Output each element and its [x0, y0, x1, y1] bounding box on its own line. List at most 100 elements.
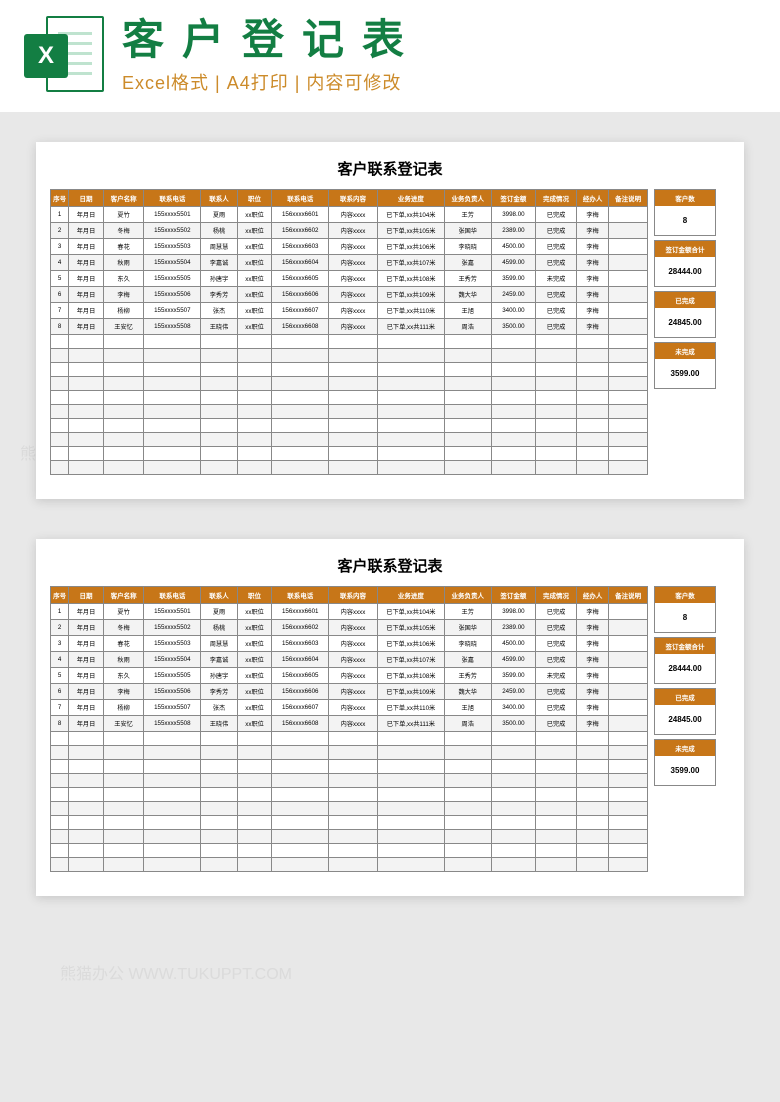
cell-pos: xx职位: [237, 319, 272, 335]
cell-tel1: 155xxxx5507: [144, 303, 201, 319]
cell-op: 李梅: [576, 287, 608, 303]
cell-op: 李梅: [576, 668, 608, 684]
cell-op: 李梅: [576, 271, 608, 287]
cell-progress: 已下单,xx共106米: [377, 636, 444, 652]
cell-date: 年月日: [69, 652, 104, 668]
cell-seq: 4: [51, 652, 69, 668]
cell-amount: 3998.00: [491, 604, 536, 620]
cell-content: 内容xxxx: [329, 620, 378, 636]
table-row-empty: [51, 760, 648, 774]
table-row: 8年月日王安忆155xxxx5508王晓伟xx职位156xxxx6608内容xx…: [51, 716, 648, 732]
cell-seq: 8: [51, 319, 69, 335]
cell-amount: 3599.00: [491, 271, 536, 287]
cell-tel2: 156xxxx6607: [272, 700, 329, 716]
cell-seq: 7: [51, 303, 69, 319]
cell-done: 已完成: [536, 652, 577, 668]
cell-amount: 2389.00: [491, 223, 536, 239]
column-header: 客户名称: [103, 587, 144, 604]
cell-progress: 已下单,xx共104米: [377, 207, 444, 223]
cell-note: [609, 319, 648, 335]
column-header: 客户名称: [103, 190, 144, 207]
column-header: 经办人: [576, 190, 608, 207]
column-header: 完成情况: [536, 587, 577, 604]
table-row-empty: [51, 419, 648, 433]
cell-person: 孙唐宇: [201, 668, 238, 684]
table-row-empty: [51, 391, 648, 405]
cell-done: 已完成: [536, 223, 577, 239]
cell-name: 秋雨: [103, 255, 144, 271]
cell-done: 已完成: [536, 604, 577, 620]
cell-tel2: 156xxxx6601: [272, 207, 329, 223]
table-row: 1年月日夏竹155xxxx5501夏雨xx职位156xxxx6601内容xxxx…: [51, 604, 648, 620]
cell-done: 未完成: [536, 271, 577, 287]
cell-note: [609, 255, 648, 271]
cell-amount: 3998.00: [491, 207, 536, 223]
cell-name: 冬梅: [103, 223, 144, 239]
cell-op: 李梅: [576, 207, 608, 223]
column-header: 备注说明: [609, 190, 648, 207]
cell-seq: 8: [51, 716, 69, 732]
cell-pos: xx职位: [237, 271, 272, 287]
cell-pos: xx职位: [237, 652, 272, 668]
column-header: 备注说明: [609, 587, 648, 604]
cell-op: 李梅: [576, 636, 608, 652]
cell-amount: 3500.00: [491, 319, 536, 335]
sheet-preview-1: 客户联系登记表序号日期客户名称联系电话联系人职位联系电话联系内容业务进度业务负责…: [36, 142, 744, 499]
summary-panel: 客户数8签订金额合计28444.00已完成24845.00未完成3599.00: [654, 189, 716, 389]
cell-amount: 4500.00: [491, 239, 536, 255]
column-header: 完成情况: [536, 190, 577, 207]
table-row: 5年月日东久155xxxx5505孙唐宇xx职位156xxxx6605内容xxx…: [51, 668, 648, 684]
cell-content: 内容xxxx: [329, 303, 378, 319]
summary-value: 28444.00: [655, 654, 715, 683]
cell-content: 内容xxxx: [329, 636, 378, 652]
summary-panel: 客户数8签订金额合计28444.00已完成24845.00未完成3599.00: [654, 586, 716, 786]
table-row-empty: [51, 830, 648, 844]
cell-content: 内容xxxx: [329, 223, 378, 239]
cell-person: 杨桃: [201, 223, 238, 239]
cell-person: 王晓伟: [201, 716, 238, 732]
cell-seq: 1: [51, 207, 69, 223]
cell-resp: 张嘉: [444, 255, 491, 271]
column-header: 联系内容: [329, 587, 378, 604]
sheet-title: 客户联系登记表: [50, 158, 730, 179]
cell-content: 内容xxxx: [329, 604, 378, 620]
summary-value: 24845.00: [655, 705, 715, 734]
table-row-empty: [51, 447, 648, 461]
summary-value: 3599.00: [655, 359, 715, 388]
cell-content: 内容xxxx: [329, 668, 378, 684]
cell-progress: 已下单,xx共111米: [377, 716, 444, 732]
column-header: 联系内容: [329, 190, 378, 207]
cell-tel2: 156xxxx6605: [272, 668, 329, 684]
cell-pos: xx职位: [237, 636, 272, 652]
cell-name: 春花: [103, 636, 144, 652]
cell-note: [609, 223, 648, 239]
cell-op: 李梅: [576, 319, 608, 335]
cell-amount: 4599.00: [491, 255, 536, 271]
summary-box: 已完成24845.00: [654, 291, 716, 338]
cell-person: 李秀芳: [201, 287, 238, 303]
cell-person: 李嘉诚: [201, 255, 238, 271]
table-row-empty: [51, 363, 648, 377]
cell-content: 内容xxxx: [329, 255, 378, 271]
cell-note: [609, 684, 648, 700]
cell-done: 已完成: [536, 287, 577, 303]
column-header: 职位: [237, 190, 272, 207]
cell-done: 已完成: [536, 255, 577, 271]
excel-icon-letter: X: [24, 34, 68, 78]
cell-amount: 3400.00: [491, 700, 536, 716]
cell-tel2: 156xxxx6608: [272, 716, 329, 732]
cell-content: 内容xxxx: [329, 700, 378, 716]
cell-person: 夏雨: [201, 207, 238, 223]
cell-seq: 2: [51, 223, 69, 239]
cell-name: 夏竹: [103, 604, 144, 620]
cell-pos: xx职位: [237, 207, 272, 223]
cell-note: [609, 716, 648, 732]
cell-op: 李梅: [576, 652, 608, 668]
customer-table: 序号日期客户名称联系电话联系人职位联系电话联系内容业务进度业务负责人签订金额完成…: [50, 586, 648, 872]
cell-progress: 已下单,xx共109米: [377, 684, 444, 700]
column-header: 联系电话: [272, 587, 329, 604]
table-row: 7年月日杨柳155xxxx5507张杰xx职位156xxxx6607内容xxxx…: [51, 303, 648, 319]
table-row-empty: [51, 788, 648, 802]
cell-amount: 4599.00: [491, 652, 536, 668]
cell-name: 冬梅: [103, 620, 144, 636]
